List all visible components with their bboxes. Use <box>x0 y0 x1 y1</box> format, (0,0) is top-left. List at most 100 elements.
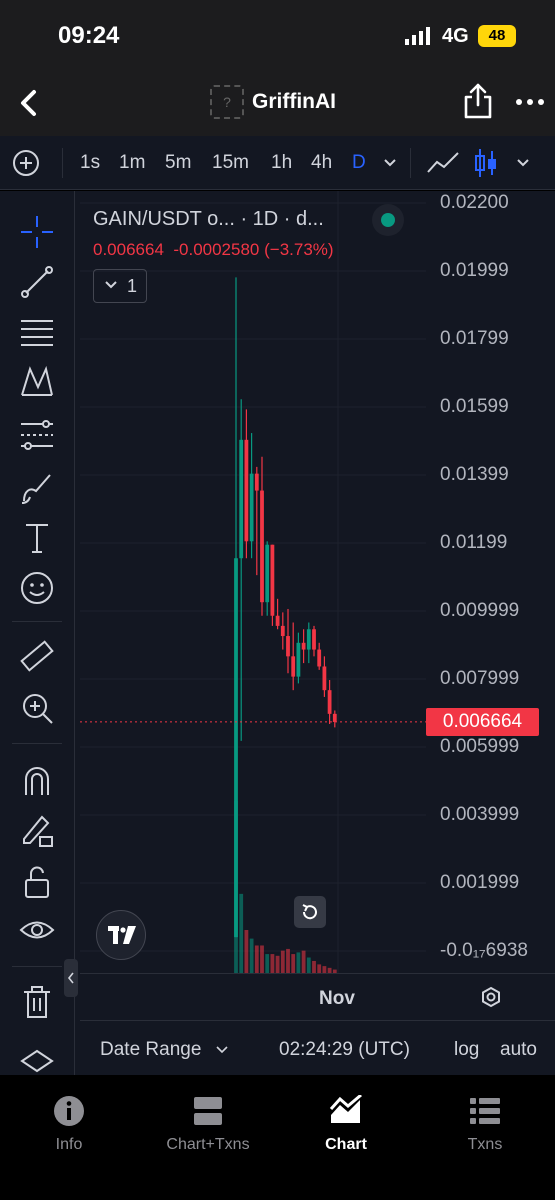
time-axis[interactable]: Nov <box>80 973 555 1019</box>
timeframe-1h[interactable]: 1h <box>271 152 292 174</box>
chevron-left-icon <box>67 972 74 984</box>
chart-settings-icon[interactable] <box>480 986 502 1008</box>
candle-body <box>254 473 259 491</box>
nav-bar: ? GriffinAI <box>0 72 555 136</box>
candle-body <box>317 649 322 667</box>
chart-bottom-bar: Date Range 02:24:29 (UTC) log auto <box>80 1020 555 1075</box>
reset-icon <box>302 904 317 920</box>
layers-icon[interactable] <box>18 1047 56 1075</box>
log-scale-toggle[interactable]: log <box>454 1039 479 1061</box>
price-axis-label: -0.0₁₇6938 <box>440 940 528 961</box>
volume-bar <box>322 966 327 973</box>
candle-body <box>239 439 244 559</box>
volume-bar <box>244 930 249 973</box>
ruler-icon[interactable] <box>18 637 56 675</box>
trend-line-icon[interactable] <box>18 263 56 301</box>
signal-icon <box>405 27 430 45</box>
price-axis-label: 0.007999 <box>440 668 520 689</box>
battery-indicator: 48 <box>478 25 516 47</box>
tab-chart-txns[interactable]: Chart+Txns <box>148 1095 268 1154</box>
volume-bar <box>291 954 296 973</box>
status-time: 09:24 <box>58 22 120 49</box>
split-view-icon <box>194 1097 222 1125</box>
chevron-down-icon <box>105 281 117 289</box>
price-axis-label: 0.01799 <box>440 328 509 349</box>
toolbar-divider <box>62 148 63 178</box>
text-tool-icon[interactable] <box>18 519 56 557</box>
candle-body <box>270 544 275 616</box>
price-axis[interactable]: 0.02200 0.01999 0.01799 0.01599 0.01399 0.011… <box>426 191 555 973</box>
price-axis-label: 0.005999 <box>440 736 520 757</box>
price-change-percent: (−3.73%) <box>264 240 334 259</box>
fib-retracement-icon[interactable] <box>18 313 56 351</box>
tab-info-label: Info <box>55 1136 83 1153</box>
timeframe-1m[interactable]: 1m <box>119 152 145 174</box>
date-range-button[interactable]: Date Range <box>100 1039 201 1061</box>
candlestick-icon[interactable] <box>474 147 498 179</box>
nav-title-group: ? GriffinAI <box>210 84 336 120</box>
symbol-legend[interactable]: GAIN/USDT o... · 1D · d... <box>93 208 324 231</box>
candle-body <box>332 713 337 722</box>
volume-bar <box>312 960 316 973</box>
market-status <box>372 204 404 236</box>
more-icon[interactable] <box>515 90 545 114</box>
tradingview-logo-icon <box>108 926 136 944</box>
projection-icon[interactable] <box>18 416 56 454</box>
timeframe-4h[interactable]: 4h <box>311 152 332 174</box>
timeframe-15m[interactable]: 15m <box>212 152 249 174</box>
crosshair-icon[interactable] <box>18 213 56 251</box>
eye-icon[interactable] <box>18 913 56 951</box>
network-type: 4G <box>442 25 469 47</box>
tab-info[interactable]: Info <box>9 1095 129 1154</box>
indicators-toggle[interactable]: 1 <box>93 269 147 303</box>
volume-bar <box>270 954 275 973</box>
candle-body <box>234 558 238 938</box>
market-open-dot <box>381 213 395 227</box>
line-chart-icon[interactable] <box>426 150 460 176</box>
timeframe-5m[interactable]: 5m <box>165 152 191 174</box>
tab-txns[interactable]: Txns <box>425 1095 545 1154</box>
collapse-toolbar-handle[interactable] <box>64 959 78 997</box>
lock-drawing-icon[interactable] <box>18 811 56 849</box>
zoom-in-icon[interactable] <box>18 689 56 727</box>
toolbar-divider <box>12 966 62 967</box>
candle-body <box>260 490 264 603</box>
candle-body <box>327 690 332 714</box>
tab-chart[interactable]: Chart <box>286 1093 406 1154</box>
auto-scale-toggle[interactable]: auto <box>500 1039 537 1061</box>
timeframe-d[interactable]: D <box>352 152 366 174</box>
price-axis-label: 0.003999 <box>440 804 520 825</box>
candle-body <box>249 473 254 542</box>
pattern-icon[interactable] <box>18 363 56 401</box>
price-axis-label: 0.009999 <box>440 600 520 621</box>
trash-icon[interactable] <box>18 983 56 1021</box>
magnet-icon[interactable] <box>18 761 56 799</box>
reset-chart-button[interactable] <box>294 896 326 928</box>
volume-bar <box>254 945 259 973</box>
volume-bar <box>286 948 290 973</box>
volume-bar <box>301 950 306 973</box>
tradingview-logo[interactable] <box>96 910 146 960</box>
chevron-down-icon[interactable] <box>516 158 530 168</box>
back-icon[interactable] <box>14 86 46 120</box>
share-icon[interactable] <box>463 82 493 120</box>
unlock-icon[interactable] <box>18 863 56 901</box>
ohlc-values: 0.006664 -0.0002580 (−3.73%) <box>93 240 334 260</box>
volume-bar <box>249 938 254 973</box>
emoji-icon[interactable] <box>18 569 56 607</box>
tab-txns-label: Txns <box>467 1136 503 1153</box>
brush-icon[interactable] <box>18 469 56 507</box>
price-axis-label: 0.001999 <box>440 872 520 893</box>
tab-bar: Info Chart+Txns Chart Txns <box>0 1075 555 1200</box>
volume-bar <box>317 964 322 973</box>
add-indicator-icon[interactable] <box>12 149 40 177</box>
page-title: GriffinAI <box>252 90 336 113</box>
price-axis-label: 0.02200 <box>440 192 509 213</box>
price-chart[interactable] <box>80 191 426 973</box>
drawing-toolbar <box>0 191 78 1075</box>
chevron-down-icon[interactable] <box>383 158 397 168</box>
last-price: 0.006664 <box>93 240 164 259</box>
timeframe-1s[interactable]: 1s <box>80 152 100 174</box>
utc-clock[interactable]: 02:24:29 (UTC) <box>279 1039 410 1061</box>
candle-body <box>280 625 285 637</box>
